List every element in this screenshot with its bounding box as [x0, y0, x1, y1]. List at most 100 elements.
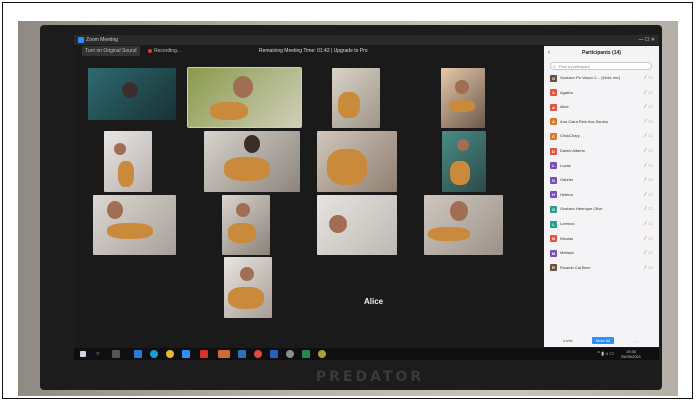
excel-icon[interactable] — [302, 350, 310, 358]
video-tile[interactable] — [441, 68, 485, 128]
mic-muted-icon[interactable]: ⁄ — [645, 88, 646, 98]
participant-row[interactable]: A Ana Clara Reis dos Santos ⁄ ▭ — [550, 117, 654, 127]
photos-icon[interactable] — [238, 350, 246, 358]
invite-button[interactable]: Invite — [558, 337, 578, 344]
video-tile[interactable] — [204, 131, 300, 192]
camera-icon[interactable]: ▭ — [648, 161, 653, 171]
participant-row[interactable]: H Helena ⁄ ▭ — [550, 190, 654, 200]
mic-muted-icon[interactable]: ⁄ — [645, 102, 646, 112]
video-tile[interactable] — [317, 131, 397, 192]
photo-of-monitor: Zoom Meeting — ☐ ✕ Turn on Original Soun… — [18, 21, 678, 396]
participant-name: Nicolas — [560, 235, 574, 241]
video-tile[interactable] — [224, 257, 272, 318]
camera-icon[interactable]: ▭ — [648, 190, 653, 200]
participant-avatar: C — [550, 132, 557, 140]
camera-icon[interactable]: ▭ — [648, 263, 653, 273]
camera-icon[interactable]: ▭ — [648, 117, 653, 127]
mic-muted-icon[interactable]: ⁄ — [645, 117, 646, 127]
participant-avatar: L — [550, 162, 557, 170]
powerpoint-icon[interactable] — [218, 350, 230, 358]
participant-row[interactable]: D Daniel Alberto ⁄ ▭ — [550, 146, 654, 156]
participant-row[interactable]: G Gustavo Pe Vasco C... (Host, me) ⁄ ▭ — [550, 73, 654, 83]
mic-muted-icon[interactable]: ⁄ — [645, 146, 646, 156]
participant-row[interactable]: M Melissa ⁄ ▭ — [550, 248, 654, 258]
taskview-icon[interactable] — [112, 350, 120, 358]
more-options-button[interactable]: ... — [630, 337, 644, 344]
participant-row[interactable]: N Nicolas ⁄ ▭ — [550, 234, 654, 244]
video-tile[interactable] — [442, 131, 486, 192]
participant-row[interactable]: A Alice ⁄ ▭ — [550, 102, 654, 112]
mic-muted-icon[interactable]: ⁄ — [645, 219, 646, 229]
camera-icon[interactable]: ▭ — [648, 146, 653, 156]
participant-row[interactable]: L Lucas ⁄ ▭ — [550, 161, 654, 171]
word-icon[interactable] — [270, 350, 278, 358]
participant-avatar: G — [550, 205, 557, 213]
camera-icon[interactable]: ▭ — [648, 73, 653, 83]
video-tile[interactable] — [222, 195, 270, 255]
video-tile[interactable] — [424, 195, 503, 255]
monitor-screen: Zoom Meeting — ☐ ✕ Turn on Original Soun… — [74, 35, 659, 360]
search-icon[interactable]: ○ — [96, 350, 104, 358]
participant-avatar: G — [550, 176, 557, 184]
chevron-left-icon[interactable]: ‹ — [548, 46, 550, 60]
participant-row[interactable]: L Lorenzo ⁄ ▭ — [550, 219, 654, 229]
monitor-bezel: Zoom Meeting — ☐ ✕ Turn on Original Soun… — [40, 25, 662, 390]
mic-muted-icon[interactable]: ⁄ — [645, 263, 646, 273]
video-tile[interactable] — [317, 195, 397, 255]
mute-all-button[interactable]: Mute All — [592, 337, 614, 344]
video-tile-active-speaker[interactable] — [187, 67, 302, 128]
participant-silhouette — [114, 143, 126, 155]
clock-date: 25/05/2021 — [620, 354, 641, 359]
system-tray-icons[interactable]: ^ ▮ ◃ ▭ — [598, 351, 615, 357]
mic-muted-icon[interactable]: ⁄ — [645, 234, 646, 244]
video-tile[interactable] — [104, 131, 152, 192]
vscode-icon[interactable] — [134, 350, 142, 358]
guitar-shape — [450, 161, 470, 185]
taskbar-clock[interactable]: 19:30 25/05/2021 — [621, 349, 641, 359]
participant-avatar: N — [550, 235, 557, 243]
camera-icon[interactable]: ▭ — [648, 175, 653, 185]
mic-muted-icon[interactable]: ⁄ — [645, 131, 646, 141]
camera-icon[interactable]: ▭ — [648, 219, 653, 229]
participants-title: Participants (14) — [582, 50, 621, 56]
camera-icon[interactable]: ▭ — [648, 204, 653, 214]
mic-muted-icon[interactable]: ⁄ — [645, 190, 646, 200]
participant-search-input[interactable]: ⌕ Find a participant — [550, 62, 652, 70]
participant-row[interactable]: A Agatha ⁄ ▭ — [550, 88, 654, 98]
participant-avatar: R — [550, 264, 557, 272]
participant-name: Ana Clara Reis dos Santos — [560, 118, 609, 124]
settings-icon[interactable] — [286, 350, 294, 358]
window-controls-icon[interactable]: — ☐ ✕ — [639, 35, 655, 45]
mic-muted-icon[interactable]: ⁄ — [645, 175, 646, 185]
mic-muted-icon[interactable]: ⁄ — [645, 73, 646, 83]
remaining-time-banner[interactable]: Remaining Meeting Time: 01:42 | Upgrade … — [259, 46, 368, 56]
camera-icon[interactable]: ▭ — [648, 88, 653, 98]
chrome-icon[interactable] — [166, 350, 174, 358]
acrobat-icon[interactable] — [200, 350, 208, 358]
camera-icon[interactable]: ▭ — [648, 234, 653, 244]
participant-row[interactable]: C CriskChary ⁄ ▭ — [550, 131, 654, 141]
edge-icon[interactable] — [150, 350, 158, 358]
media-icon[interactable] — [254, 350, 262, 358]
video-tile[interactable] — [332, 68, 380, 128]
participant-row[interactable]: G Gustavo Henrique Olive ⁄ ▭ — [550, 204, 654, 214]
camera-icon[interactable]: ▭ — [648, 102, 653, 112]
participant-silhouette — [329, 215, 347, 233]
camera-icon[interactable]: ▭ — [648, 131, 653, 141]
participant-row[interactable]: R Ricardo Cal Bern ⁄ ▭ — [550, 263, 654, 273]
participant-name: Melissa — [560, 250, 574, 256]
windows-start-icon[interactable] — [80, 351, 86, 357]
mic-muted-icon[interactable]: ⁄ — [645, 161, 646, 171]
participant-row[interactable]: G Gabriel ⁄ ▭ — [550, 175, 654, 185]
guitar-shape — [228, 223, 256, 243]
participant-silhouette — [457, 139, 469, 151]
participants-panel: ‹ Participants (14) ⌕ Find a participant… — [544, 46, 659, 347]
camera-icon[interactable]: ▭ — [648, 248, 653, 258]
app-icon[interactable] — [318, 350, 326, 358]
original-sound-button[interactable]: Turn on Original Sound — [82, 46, 140, 56]
mic-muted-icon[interactable]: ⁄ — [645, 204, 646, 214]
zoom-taskbar-icon[interactable] — [182, 350, 190, 358]
mic-muted-icon[interactable]: ⁄ — [645, 248, 646, 258]
video-tile[interactable] — [93, 195, 176, 255]
video-tile[interactable] — [88, 68, 176, 120]
